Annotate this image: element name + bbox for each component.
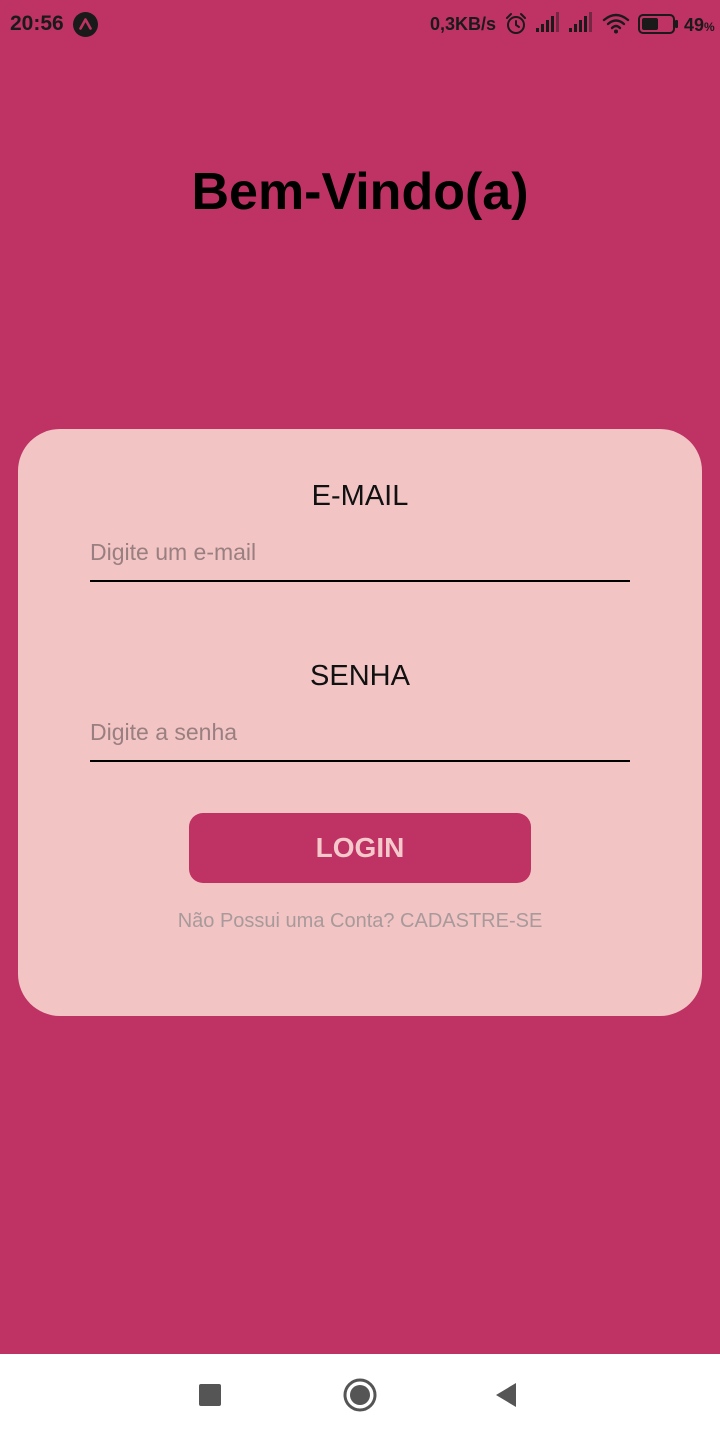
battery-percentage: 49%: [684, 15, 715, 36]
app-notification-icon: [73, 12, 98, 37]
signal-icon: [568, 12, 594, 39]
battery-level: 49: [684, 15, 705, 35]
email-field[interactable]: [90, 524, 630, 582]
app-screen: 20:56 0,3KB/s 49% Bem-Vindo(a) E-MAIL Di…: [0, 0, 720, 1354]
recents-icon: [199, 1383, 221, 1411]
email-label: E-MAIL: [311, 480, 409, 512]
wifi-icon: [602, 12, 630, 39]
login-card: E-MAIL SENHA LOGIN Não Possui uma Conta?…: [18, 429, 702, 1016]
battery-unit: %: [704, 20, 715, 34]
signal-icon: [535, 12, 561, 39]
alarm-icon: [505, 12, 527, 41]
recents-button[interactable]: [170, 1354, 250, 1440]
battery-icon: [638, 14, 680, 39]
status-time: 20:56: [10, 12, 64, 35]
navigation-bar: [0, 1354, 720, 1440]
back-button[interactable]: [466, 1354, 546, 1440]
password-field[interactable]: [90, 704, 630, 762]
page-title: Bem-Vindo(a): [191, 163, 529, 221]
network-speed: 0,3KB/s: [430, 14, 497, 34]
home-button[interactable]: [320, 1354, 400, 1440]
back-icon: [494, 1382, 518, 1413]
status-bar: 20:56 0,3KB/s 49%: [0, 0, 720, 52]
home-icon: [343, 1378, 377, 1417]
signup-link[interactable]: Não Possui uma Conta? CADASTRE-SE: [18, 910, 702, 933]
login-button[interactable]: LOGIN: [189, 813, 531, 883]
password-label: SENHA: [310, 660, 410, 692]
